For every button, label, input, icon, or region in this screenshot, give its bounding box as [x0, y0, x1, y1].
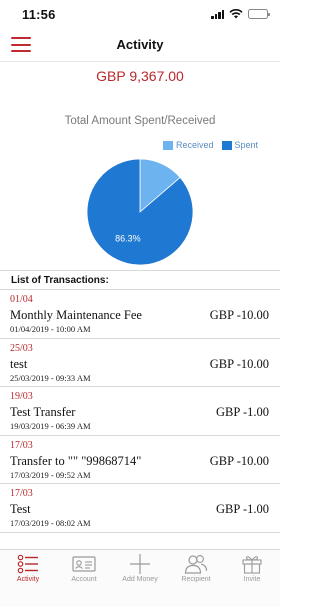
- chart-title: Total Amount Spent/Received: [64, 115, 216, 127]
- transaction-datetime: 19/03/2019 - 06:39 AM: [10, 421, 91, 431]
- cellular-signal-icon: [211, 9, 224, 19]
- status-bar: 11:56: [0, 0, 280, 28]
- page-title: Activity: [116, 37, 164, 52]
- legend-item-spent: Spent: [221, 140, 259, 150]
- transaction-name: Transfer to "" "99868714": [10, 453, 142, 468]
- chart-legend: Received Spent: [163, 140, 266, 150]
- recipient-people-icon: [184, 555, 208, 574]
- activity-list-icon: [17, 554, 38, 574]
- transaction-datetime: 01/04/2019 - 10:00 AM: [10, 324, 91, 334]
- transaction-datetime: 17/03/2019 - 09:52 AM: [10, 469, 91, 480]
- transaction-row[interactable]: 01/04 Monthly Maintenance Fee GBP -10.00…: [0, 290, 280, 339]
- tab-add-money[interactable]: Add Money: [112, 550, 168, 607]
- transaction-datetime: 25/03/2019 - 09:33 AM: [10, 372, 91, 383]
- tab-label-account: Account: [71, 576, 97, 583]
- legend-label-spent: Spent: [234, 140, 259, 150]
- nav-bar: Activity: [0, 28, 280, 62]
- plus-icon: [130, 554, 150, 574]
- account-card-icon: [72, 556, 96, 572]
- transactions-title: List of Transactions:: [11, 275, 109, 286]
- transaction-name: Test: [10, 502, 31, 516]
- legend-swatch-spent: [221, 140, 232, 150]
- transaction-row[interactable]: 17/03 Transfer to "" "99868714" GBP -10.…: [0, 436, 280, 484]
- transaction-date: 01/04: [10, 294, 33, 305]
- wifi-icon: [229, 9, 243, 19]
- pie-data-label-spent: 86.3%: [115, 233, 141, 243]
- transaction-date: 17/03: [10, 488, 33, 499]
- transaction-amount: GBP -1.00: [215, 405, 269, 419]
- balance-amount: GBP 9,367.00: [96, 68, 184, 84]
- transactions-header: List of Transactions:: [0, 270, 280, 290]
- tab-label-invite: Invite: [243, 576, 261, 583]
- tab-label-recipient: Recipient: [181, 576, 211, 583]
- transaction-name: test: [10, 356, 28, 371]
- tab-label-add-money: Add Money: [122, 576, 158, 583]
- tab-label-activity: Activity: [16, 576, 40, 583]
- transaction-date: 25/03: [10, 342, 33, 354]
- bottom-tab-bar: Activity Account Add Money Recipient Inv…: [0, 549, 280, 607]
- tab-account[interactable]: Account: [56, 550, 112, 607]
- transaction-name: Monthly Maintenance Fee: [10, 308, 142, 322]
- status-time: 11:56: [22, 7, 56, 22]
- tab-activity[interactable]: Activity: [0, 550, 56, 607]
- legend-item-received: Received: [163, 140, 214, 150]
- transaction-amount: GBP -10.00: [209, 308, 269, 322]
- gift-icon: [242, 556, 262, 574]
- transaction-amount: GBP -10.00: [209, 453, 269, 468]
- transaction-row[interactable]: 25/03 test GBP -10.00 25/03/2019 - 09:33…: [0, 339, 280, 387]
- pie-chart: 86.3%: [86, 158, 194, 266]
- battery-icon: [248, 9, 270, 19]
- legend-swatch-received: [163, 140, 173, 150]
- transaction-amount: GBP -1.00: [215, 502, 269, 516]
- status-icons: [211, 9, 270, 19]
- legend-label-received: Received: [176, 140, 214, 150]
- transaction-row[interactable]: 19/03 Test Transfer GBP -1.00 19/03/2019…: [0, 387, 280, 436]
- transaction-row[interactable]: 17/03 Test GBP -1.00 17/03/2019 - 08:02 …: [0, 484, 280, 533]
- transaction-datetime: 17/03/2019 - 08:02 AM: [10, 518, 91, 528]
- transaction-date: 19/03: [10, 391, 33, 402]
- transaction-list: 01/04 Monthly Maintenance Fee GBP -10.00…: [0, 290, 280, 533]
- tab-recipient[interactable]: Recipient: [168, 550, 224, 607]
- transaction-date: 17/03: [10, 439, 33, 451]
- tab-invite[interactable]: Invite: [224, 550, 280, 607]
- transaction-amount: GBP -10.00: [209, 356, 269, 371]
- transaction-name: Test Transfer: [10, 405, 76, 419]
